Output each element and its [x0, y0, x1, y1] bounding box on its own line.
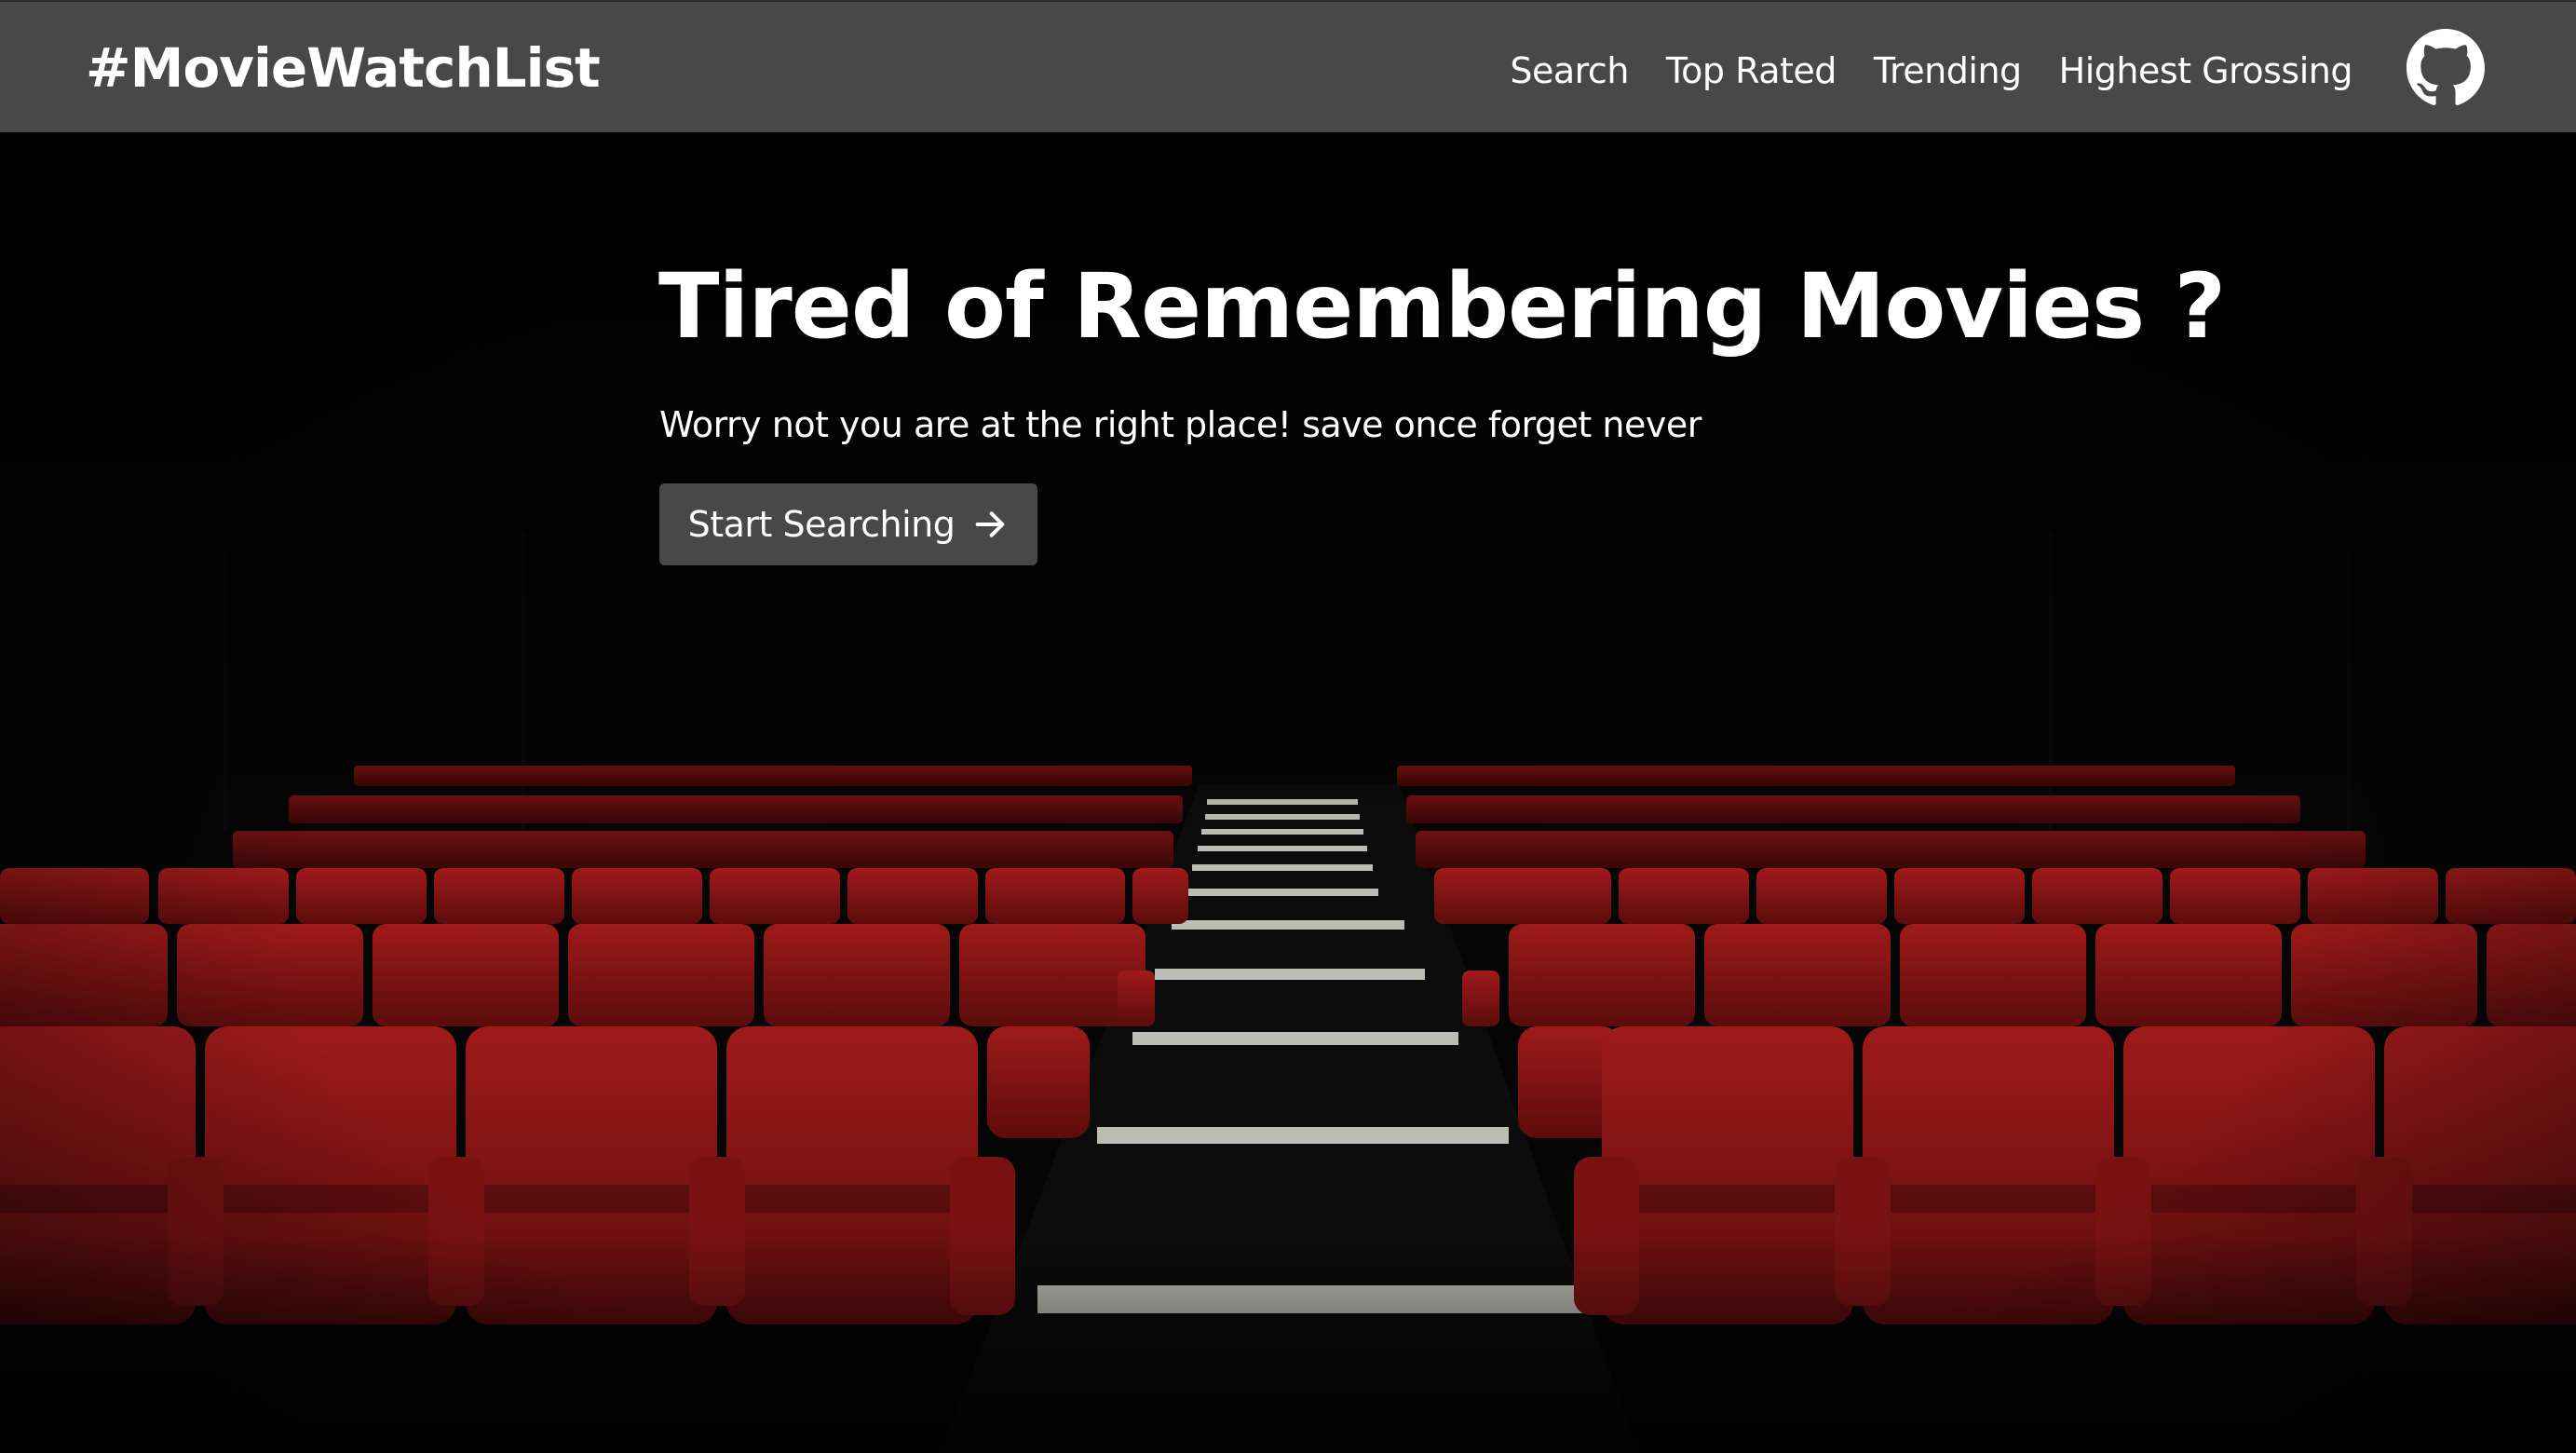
start-searching-button[interactable]: Start Searching	[659, 483, 1037, 565]
navbar: #MovieWatchList Search Top Rated Trendin…	[0, 0, 2576, 132]
nav-link-top-rated[interactable]: Top Rated	[1666, 47, 1837, 95]
hero-subtitle: Worry not you are at the right place! sa…	[659, 404, 1702, 445]
nav-links: Search Top Rated Trending Highest Grossi…	[1510, 47, 2352, 95]
github-icon[interactable]	[2407, 29, 2485, 107]
nav-link-highest-grossing[interactable]: Highest Grossing	[2059, 47, 2353, 95]
start-searching-label: Start Searching	[687, 504, 956, 545]
page: #MovieWatchList Search Top Rated Trendin…	[0, 0, 2576, 1453]
arrow-right-icon	[976, 511, 1005, 537]
nav-link-trending[interactable]: Trending	[1874, 47, 2022, 95]
brand-logo[interactable]: #MovieWatchList	[86, 35, 601, 101]
hero-title: Tired of Remembering Movies ?	[658, 254, 2226, 359]
nav-link-search[interactable]: Search	[1510, 47, 1629, 95]
